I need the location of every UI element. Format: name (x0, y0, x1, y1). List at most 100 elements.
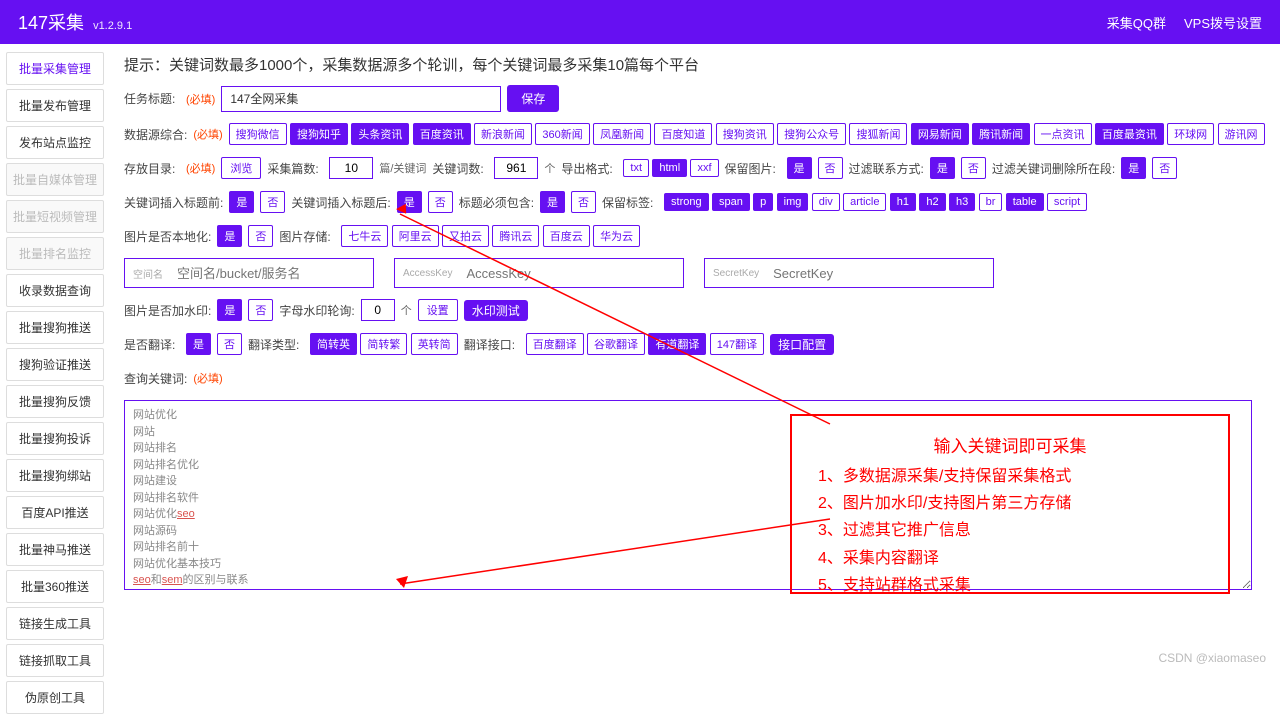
source-tag-1[interactable]: 搜狗知乎 (290, 123, 348, 145)
source-tag-4[interactable]: 新浪新闻 (474, 123, 532, 145)
space-input[interactable] (171, 259, 373, 287)
titlecontain-no[interactable]: 否 (571, 191, 596, 213)
kwpre-yes[interactable]: 是 (229, 191, 254, 213)
kw-count-input[interactable] (494, 157, 538, 179)
keeptag-6[interactable]: h1 (890, 193, 916, 211)
imgstorage-label: 图片存储: (279, 228, 335, 245)
secretkey-field[interactable]: SecretKey (704, 258, 994, 288)
task-title-label: 任务标题: (124, 90, 180, 107)
sk-prefix: SecretKey (705, 268, 767, 279)
keepimg-no[interactable]: 否 (818, 157, 843, 179)
topbar: 147采集 v1.2.9.1 采集QQ群 VPS拨号设置 (0, 0, 1280, 44)
wm-set-button[interactable]: 设置 (418, 299, 458, 321)
api-config-button[interactable]: 接口配置 (770, 334, 834, 355)
wm-test-button[interactable]: 水印测试 (464, 300, 528, 321)
transtype-tag-1[interactable]: 简转繁 (360, 333, 407, 355)
imglocal-yes[interactable]: 是 (217, 225, 242, 247)
keeptag-9[interactable]: br (979, 193, 1003, 211)
source-tag-0[interactable]: 搜狗微信 (229, 123, 287, 145)
sidebar-item-13[interactable]: 批量神马推送 (6, 533, 104, 566)
source-tag-9[interactable]: 搜狗公众号 (777, 123, 846, 145)
sidebar-item-8[interactable]: 搜狗验证推送 (6, 348, 104, 381)
keeptag-4[interactable]: div (812, 193, 840, 211)
export-tag-0[interactable]: txt (623, 159, 649, 177)
source-tag-13[interactable]: 一点资讯 (1034, 123, 1092, 145)
filter-kwdel-yes[interactable]: 是 (1121, 157, 1146, 179)
keepimg-yes[interactable]: 是 (787, 157, 812, 179)
sidebar-item-1[interactable]: 批量发布管理 (6, 89, 104, 122)
source-tag-6[interactable]: 凤凰新闻 (593, 123, 651, 145)
kwpost-yes[interactable]: 是 (397, 191, 422, 213)
storage-tag-3[interactable]: 腾讯云 (492, 225, 539, 247)
keeptag-1[interactable]: span (712, 193, 750, 211)
link-qqgroup[interactable]: 采集QQ群 (1107, 13, 1166, 32)
sidebar-item-11[interactable]: 批量搜狗绑站 (6, 459, 104, 492)
transapi-tag-1[interactable]: 谷歌翻译 (587, 333, 645, 355)
storage-tag-1[interactable]: 阿里云 (392, 225, 439, 247)
sidebar-item-17[interactable]: 伪原创工具 (6, 681, 104, 714)
browse-button[interactable]: 浏览 (221, 157, 261, 179)
keeptag-8[interactable]: h3 (949, 193, 975, 211)
export-tag-2[interactable]: xxf (690, 159, 718, 177)
keeptag-10[interactable]: table (1006, 193, 1044, 211)
source-tag-14[interactable]: 百度最资讯 (1095, 123, 1164, 145)
link-vps[interactable]: VPS拨号设置 (1184, 13, 1262, 32)
export-tag-1[interactable]: html (652, 159, 687, 177)
storage-tag-4[interactable]: 百度云 (543, 225, 590, 247)
translate-yes[interactable]: 是 (186, 333, 211, 355)
translate-no[interactable]: 否 (217, 333, 242, 355)
keeptag-5[interactable]: article (843, 193, 886, 211)
source-tag-8[interactable]: 搜狗资讯 (716, 123, 774, 145)
source-tag-5[interactable]: 360新闻 (535, 123, 589, 145)
titlecontain-yes[interactable]: 是 (540, 191, 565, 213)
transapi-tag-0[interactable]: 百度翻译 (526, 333, 584, 355)
source-tag-11[interactable]: 网易新闻 (911, 123, 969, 145)
source-tag-2[interactable]: 头条资讯 (351, 123, 409, 145)
keeptag-7[interactable]: h2 (919, 193, 945, 211)
collect-count-input[interactable] (329, 157, 373, 179)
sidebar-item-6[interactable]: 收录数据查询 (6, 274, 104, 307)
sidebar-item-0[interactable]: 批量采集管理 (6, 52, 104, 85)
sidebar-item-10[interactable]: 批量搜狗投诉 (6, 422, 104, 455)
sk-input[interactable] (767, 259, 993, 287)
transapi-tag-2[interactable]: 有道翻译 (648, 333, 706, 355)
source-tag-12[interactable]: 腾讯新闻 (972, 123, 1030, 145)
keeptag-2[interactable]: p (753, 193, 773, 211)
kwpre-no[interactable]: 否 (260, 191, 285, 213)
imglocal-no[interactable]: 否 (248, 225, 273, 247)
filter-contact-yes[interactable]: 是 (930, 157, 955, 179)
sidebar-item-15[interactable]: 链接生成工具 (6, 607, 104, 640)
sidebar-item-9[interactable]: 批量搜狗反馈 (6, 385, 104, 418)
storage-tag-2[interactable]: 又拍云 (442, 225, 489, 247)
keeptag-11[interactable]: script (1047, 193, 1087, 211)
source-tag-15[interactable]: 环球网 (1167, 123, 1214, 145)
keywords-textarea[interactable]: 网站优化网站网站排名网站排名优化网站建设网站排名软件网站优化seo网站源码网站排… (124, 400, 1252, 590)
space-field[interactable]: 空间名 (124, 258, 374, 288)
source-tag-16[interactable]: 游讯网 (1218, 123, 1265, 145)
storage-tag-5[interactable]: 华为云 (593, 225, 640, 247)
sidebar-item-16[interactable]: 链接抓取工具 (6, 644, 104, 677)
sidebar-item-12[interactable]: 百度API推送 (6, 496, 104, 529)
sidebar-item-7[interactable]: 批量搜狗推送 (6, 311, 104, 344)
transtype-tag-0[interactable]: 简转英 (310, 333, 357, 355)
wmrotate-input[interactable] (361, 299, 395, 321)
sidebar-item-2[interactable]: 发布站点监控 (6, 126, 104, 159)
keeptag-0[interactable]: strong (664, 193, 709, 211)
accesskey-field[interactable]: AccessKey (394, 258, 684, 288)
save-button[interactable]: 保存 (507, 85, 559, 112)
watermark-yes[interactable]: 是 (217, 299, 242, 321)
transtype-tag-2[interactable]: 英转简 (411, 333, 458, 355)
sidebar-item-14[interactable]: 批量360推送 (6, 570, 104, 603)
watermark-no[interactable]: 否 (248, 299, 273, 321)
kwpost-no[interactable]: 否 (428, 191, 453, 213)
storage-tag-0[interactable]: 七牛云 (341, 225, 388, 247)
ak-input[interactable] (460, 259, 683, 287)
source-tag-10[interactable]: 搜狐新闻 (849, 123, 907, 145)
transapi-tag-3[interactable]: 147翻译 (710, 333, 764, 355)
filter-kwdel-no[interactable]: 否 (1152, 157, 1177, 179)
keeptag-3[interactable]: img (777, 193, 809, 211)
task-title-input[interactable] (221, 86, 501, 112)
source-tag-7[interactable]: 百度知道 (654, 123, 712, 145)
filter-contact-no[interactable]: 否 (961, 157, 986, 179)
source-tag-3[interactable]: 百度资讯 (413, 123, 471, 145)
